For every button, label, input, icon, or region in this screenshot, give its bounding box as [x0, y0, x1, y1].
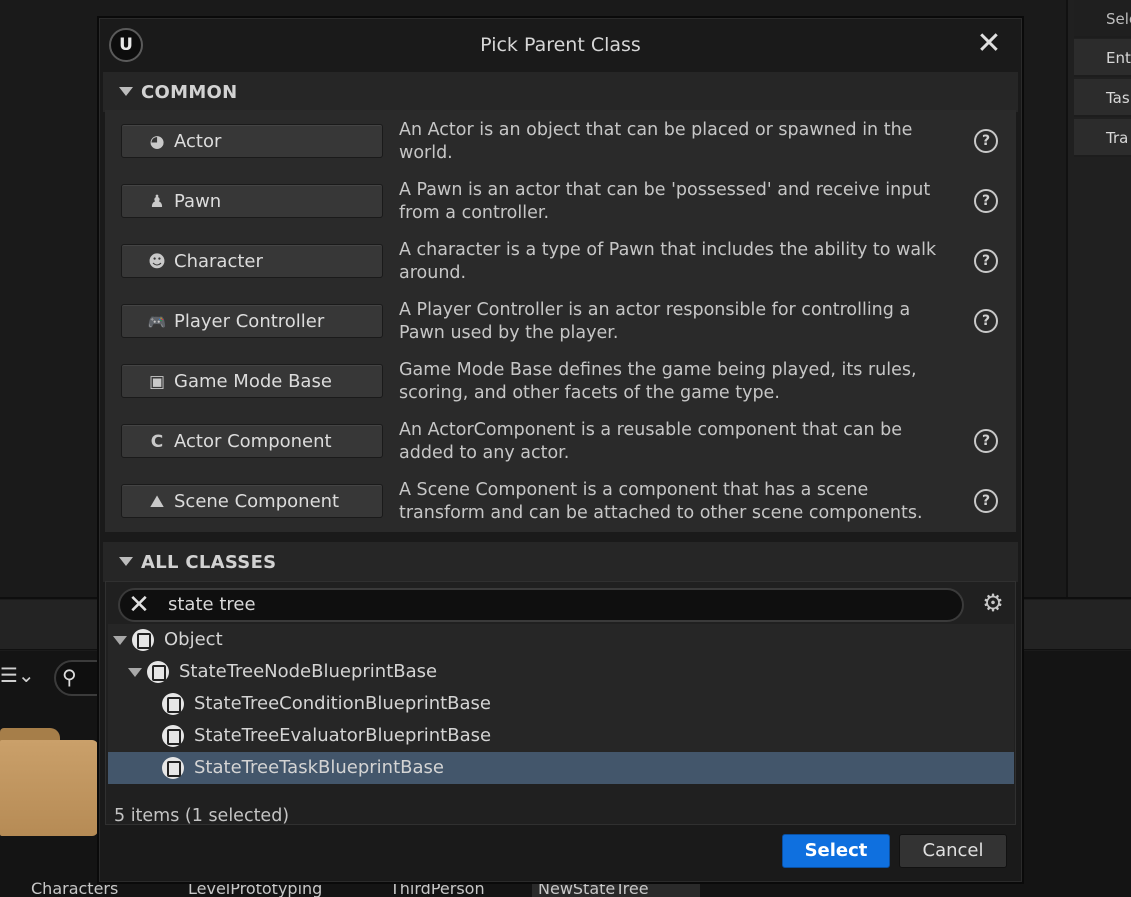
gear-icon[interactable]: ⚙: [980, 590, 1006, 616]
character-button[interactable]: ☻ Character: [121, 244, 383, 278]
common-class-row: ⛰ Scene Component A Scene Component is a…: [105, 470, 1016, 530]
pick-parent-class-dialog: U Pick Parent Class ✕ COMMON ◕ Actor An …: [97, 16, 1024, 884]
game-mode-base-button[interactable]: ▣ Game Mode Base: [121, 364, 383, 398]
character-icon: ☻: [148, 252, 166, 272]
class-button-label: Actor Component: [174, 431, 332, 452]
help-icon[interactable]: ?: [974, 429, 998, 453]
folder-thumbnail[interactable]: [0, 728, 98, 836]
class-description: An ActorComponent is a reusable componen…: [399, 420, 903, 463]
class-button-label: Scene Component: [174, 491, 340, 512]
class-cube-icon: [162, 693, 184, 715]
all-classes-section-label: ALL CLASSES: [141, 552, 277, 573]
common-class-row: ▣ Game Mode Base Game Mode Base defines …: [105, 350, 1016, 410]
class-button-label: Player Controller: [174, 311, 325, 332]
class-search-box[interactable]: ✕: [118, 588, 964, 622]
common-classes-list: ◕ Actor An Actor is an object that can b…: [105, 110, 1016, 532]
help-icon[interactable]: ?: [974, 129, 998, 153]
class-description: A Scene Component is a component that ha…: [399, 480, 923, 523]
tree-row[interactable]: StateTreeEvaluatorBlueprintBase: [108, 720, 1014, 752]
scene-component-button[interactable]: ⛰ Scene Component: [121, 484, 383, 518]
class-description: A Pawn is an actor that can be 'possesse…: [399, 180, 931, 223]
class-button-label: Game Mode Base: [174, 371, 332, 392]
all-classes-section-header[interactable]: ALL CLASSES: [103, 542, 1018, 582]
items-count: 5 items (1 selected): [114, 806, 290, 826]
scene-component-icon: ⛰: [149, 492, 165, 512]
help-icon[interactable]: ?: [974, 489, 998, 513]
select-button[interactable]: Select: [782, 834, 890, 868]
search-icon: ⚲: [62, 665, 77, 689]
tree-row-selected[interactable]: StateTreeTaskBlueprintBase: [108, 752, 1014, 784]
details-row[interactable]: Sele: [1074, 0, 1131, 38]
collapse-arrow-icon[interactable]: [119, 87, 133, 96]
details-row[interactable]: Ent: [1074, 39, 1131, 77]
common-class-row: 🎮 Player Controller A Player Controller …: [105, 290, 1016, 350]
expand-arrow-icon[interactable]: [128, 668, 142, 677]
class-button-label: Actor: [174, 131, 222, 152]
tree-row[interactable]: StateTreeConditionBlueprintBase: [108, 688, 1014, 720]
class-cube-icon: [162, 725, 184, 747]
dialog-title: Pick Parent Class: [480, 34, 641, 56]
class-button-label: Character: [174, 251, 263, 272]
help-icon[interactable]: ?: [974, 309, 998, 333]
details-row[interactable]: Tra: [1074, 119, 1131, 157]
tree-row-label: StateTreeNodeBlueprintBase: [179, 661, 438, 682]
class-button-label: Pawn: [174, 191, 222, 212]
class-search-input[interactable]: [168, 594, 928, 615]
close-icon[interactable]: ✕: [976, 29, 1002, 59]
help-icon[interactable]: ?: [974, 249, 998, 273]
details-row[interactable]: Tas: [1074, 79, 1131, 117]
common-class-row: C Actor Component An ActorComponent is a…: [105, 410, 1016, 470]
help-icon[interactable]: ?: [974, 189, 998, 213]
collapse-arrow-icon[interactable]: [119, 557, 133, 566]
class-description: Game Mode Base defines the game being pl…: [399, 360, 917, 403]
title-bar[interactable]: U Pick Parent Class ✕: [99, 18, 1022, 72]
tree-row-label: StateTreeConditionBlueprintBase: [194, 693, 491, 714]
cancel-button[interactable]: Cancel: [899, 834, 1007, 868]
class-description: An Actor is an object that can be placed…: [399, 120, 913, 163]
class-description: A Player Controller is an actor responsi…: [399, 300, 911, 343]
common-class-row: ◕ Actor An Actor is an object that can b…: [105, 110, 1016, 170]
pawn-button[interactable]: ♟ Pawn: [121, 184, 383, 218]
actor-icon: ◕: [149, 132, 165, 152]
common-class-row: ♟ Pawn A Pawn is an actor that can be 'p…: [105, 170, 1016, 230]
player-controller-button[interactable]: 🎮 Player Controller: [121, 304, 383, 338]
class-cube-icon: [147, 661, 169, 683]
class-description: A character is a type of Pawn that inclu…: [399, 240, 937, 283]
pawn-icon: ♟: [149, 192, 165, 212]
tree-row[interactable]: StateTreeNodeBlueprintBase: [108, 656, 1014, 688]
common-section-label: COMMON: [141, 82, 238, 103]
class-cube-icon: [132, 629, 154, 651]
tree-row-label: StateTreeTaskBlueprintBase: [194, 757, 444, 778]
class-tree: Object StateTreeNodeBlueprintBase StateT…: [108, 624, 1014, 784]
gamepad-icon: 🎮: [147, 313, 167, 331]
tree-row-label: Object: [164, 629, 223, 650]
actor-button[interactable]: ◕ Actor: [121, 124, 383, 158]
class-cube-icon: [162, 757, 184, 779]
actor-component-icon: C: [150, 432, 164, 452]
all-classes-panel: ✕ ⚙ Object StateTreeNodeBlueprintBase St…: [105, 581, 1016, 826]
actor-component-button[interactable]: C Actor Component: [121, 424, 383, 458]
expand-arrow-icon[interactable]: [113, 636, 127, 645]
game-mode-icon: ▣: [148, 372, 166, 392]
clear-search-icon[interactable]: ✕: [126, 592, 152, 618]
tree-row-label: StateTreeEvaluatorBlueprintBase: [194, 725, 492, 746]
common-class-row: ☻ Character A character is a type of Paw…: [105, 230, 1016, 290]
tree-row[interactable]: Object: [108, 624, 1014, 656]
filter-icon[interactable]: ☰⌄: [0, 663, 35, 687]
common-section-header[interactable]: COMMON: [103, 72, 1018, 112]
